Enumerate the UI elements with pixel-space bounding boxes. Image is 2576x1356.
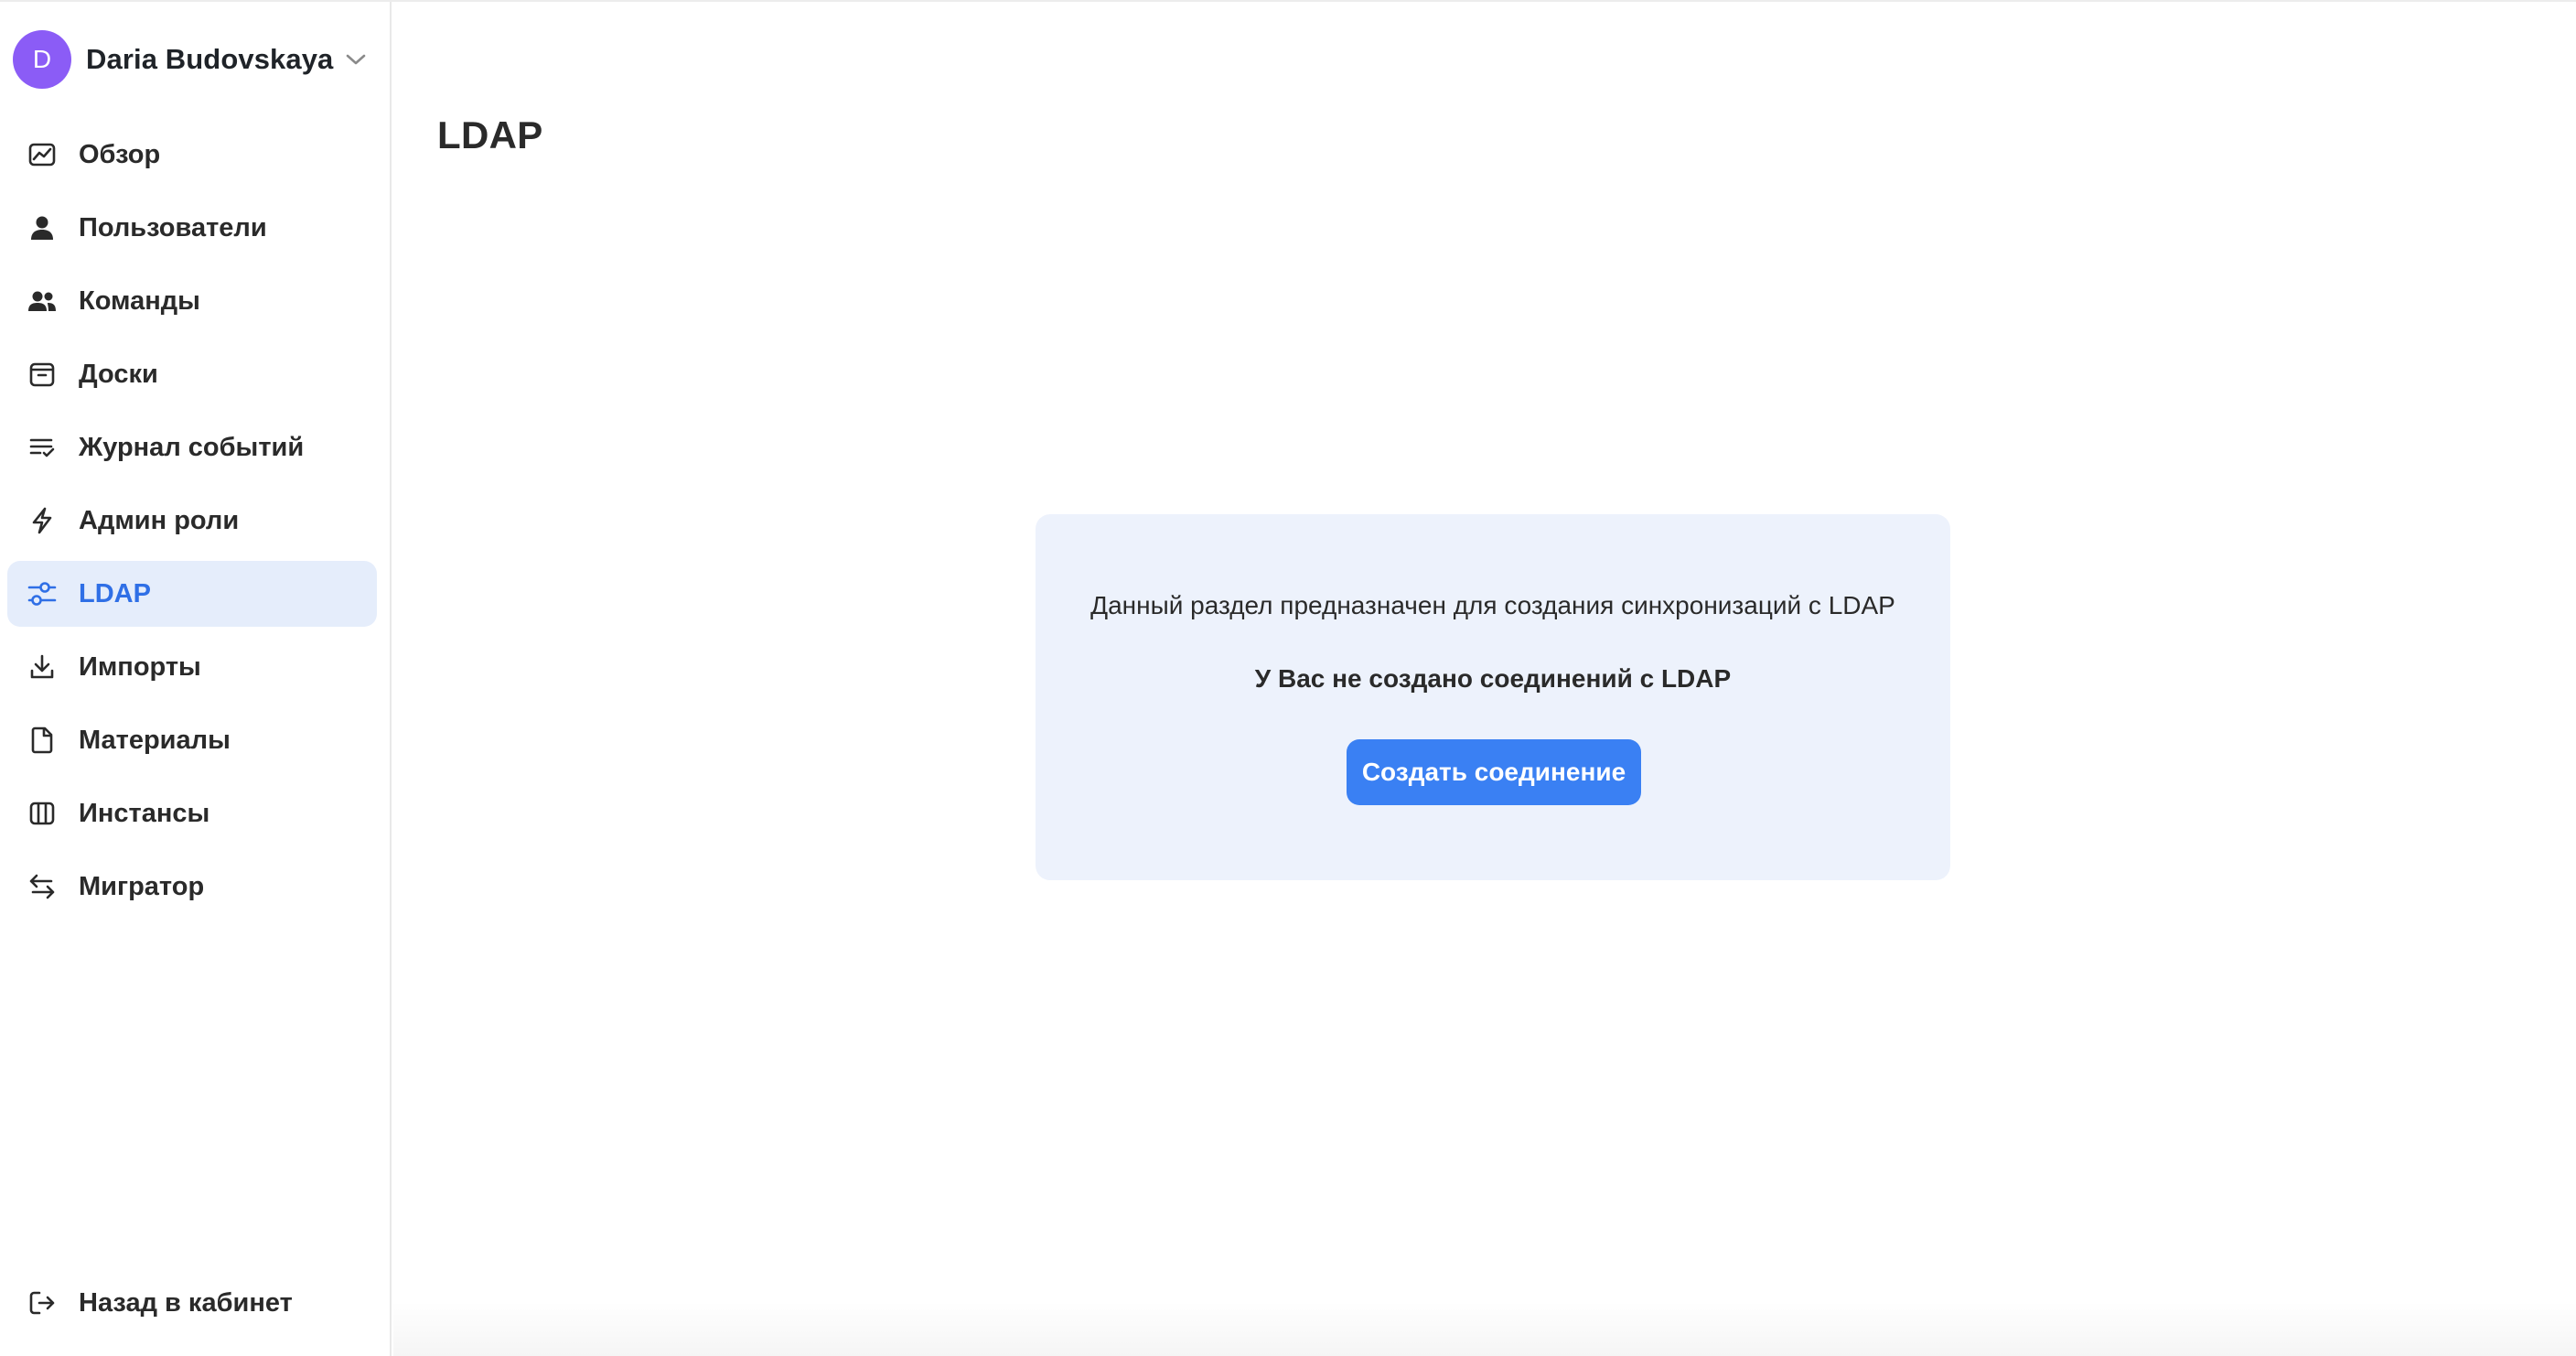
sidebar-item-label: Мигратор <box>79 871 205 901</box>
sidebar-item-label: LDAP <box>79 578 151 608</box>
board-icon <box>26 358 59 391</box>
back-to-cabinet-link[interactable]: Назад в кабинет <box>7 1270 377 1336</box>
create-connection-button[interactable]: Создать соединение <box>1347 739 1641 805</box>
sidebar-item-overview[interactable]: Обзор <box>7 122 377 188</box>
back-to-cabinet-label: Назад в кабинет <box>79 1287 293 1318</box>
sidebar-item-teams[interactable]: Команды <box>7 268 377 334</box>
file-icon <box>26 724 59 757</box>
sidebar-nav: Обзор Пользователи Команды Доски Журнал … <box>7 122 377 927</box>
sidebar-item-imports[interactable]: Импорты <box>7 634 377 700</box>
event-log-icon <box>26 431 59 464</box>
sliders-icon <box>26 577 59 610</box>
download-icon <box>26 651 59 683</box>
section-description: Данный раздел предназначен для создания … <box>1090 591 1895 619</box>
bolt-icon <box>26 504 59 537</box>
avatar: D <box>13 30 71 89</box>
sidebar-item-migrator[interactable]: Мигратор <box>7 854 377 920</box>
sidebar-item-label: Импорты <box>79 651 201 682</box>
sidebar-item-boards[interactable]: Доски <box>7 341 377 407</box>
sidebar: D Daria Budovskaya Обзор Пользователи Ко… <box>0 2 392 1356</box>
page-title: LDAP <box>437 113 543 156</box>
sidebar-item-label: Пользователи <box>79 212 267 242</box>
user-icon <box>26 211 59 244</box>
user-menu[interactable]: D Daria Budovskaya <box>13 29 368 90</box>
ldap-empty-state-card: Данный раздел предназначен для создания … <box>1036 514 1950 880</box>
sidebar-item-label: Журнал событий <box>79 432 305 462</box>
sidebar-item-instances[interactable]: Инстансы <box>7 780 377 846</box>
sidebar-item-label: Инстансы <box>79 798 210 828</box>
sidebar-item-event-log[interactable]: Журнал событий <box>7 414 377 480</box>
sidebar-item-ldap[interactable]: LDAP <box>7 561 377 627</box>
logout-icon <box>26 1286 59 1319</box>
users-icon <box>26 285 59 317</box>
columns-icon <box>26 797 59 830</box>
sidebar-item-admin-roles[interactable]: Админ роли <box>7 488 377 554</box>
user-name: Daria Budovskaya <box>86 43 334 75</box>
sidebar-item-label: Доски <box>79 359 158 389</box>
sidebar-item-label: Админ роли <box>79 505 240 535</box>
chart-icon <box>26 138 59 171</box>
sidebar-item-materials[interactable]: Материалы <box>7 707 377 773</box>
sidebar-item-label: Команды <box>79 285 200 316</box>
main-content: LDAP Данный раздел предназначен для созд… <box>392 2 2576 1356</box>
sidebar-item-users[interactable]: Пользователи <box>7 195 377 261</box>
sidebar-item-label: Обзор <box>79 139 161 169</box>
chevron-down-icon <box>347 54 366 65</box>
swap-icon <box>26 870 59 903</box>
sidebar-item-label: Материалы <box>79 725 231 755</box>
empty-state-message: У Вас не создано соединений с LDAP <box>1254 664 1732 693</box>
app-window: D Daria Budovskaya Обзор Пользователи Ко… <box>0 0 2576 1356</box>
